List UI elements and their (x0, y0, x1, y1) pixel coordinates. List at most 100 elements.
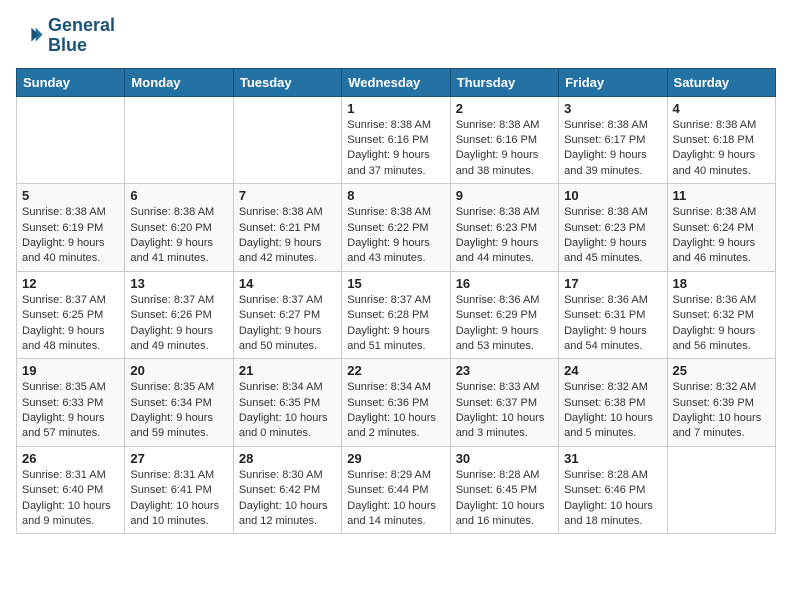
day-info: Sunrise: 8:38 AM Sunset: 6:16 PM Dayligh… (456, 118, 553, 180)
calendar-cell: 13 Sunrise: 8:37 AM Sunset: 6:26 PM Dayli… (125, 271, 233, 359)
day-info: Sunrise: 8:38 AM Sunset: 6:22 PM Dayligh… (347, 205, 444, 267)
calendar-cell (233, 96, 341, 184)
day-number: 30 (456, 451, 553, 466)
header-sunday: Sunday (17, 68, 125, 96)
calendar-cell: 9Sunrise: 8:38 AM Sunset: 6:23 PM Daylig… (450, 184, 558, 272)
day-number: 11 (673, 188, 770, 203)
calendar-cell: 11 Sunrise: 8:38 AM Sunset: 6:24 PM Dayli… (667, 184, 775, 272)
day-number: 25 (673, 363, 770, 378)
calendar-week-row: 12 Sunrise: 8:37 AM Sunset: 6:25 PM Dayli… (17, 271, 776, 359)
calendar-cell (667, 446, 775, 534)
header-saturday: Saturday (667, 68, 775, 96)
day-info: Sunrise: 8:28 AM Sunset: 6:45 PM Dayligh… (456, 468, 553, 530)
calendar-cell: 22Sunrise: 8:34 AM Sunset: 6:36 PM Dayli… (342, 359, 450, 447)
day-number: 23 (456, 363, 553, 378)
day-number: 28 (239, 451, 336, 466)
day-info: Sunrise: 8:38 AM Sunset: 6:20 PM Dayligh… (130, 205, 227, 267)
day-info: Sunrise: 8:33 AM Sunset: 6:37 PM Dayligh… (456, 380, 553, 442)
day-info: Sunrise: 8:32 AM Sunset: 6:39 PM Dayligh… (673, 380, 770, 442)
calendar-cell: 30 Sunrise: 8:28 AM Sunset: 6:45 PM Dayli… (450, 446, 558, 534)
calendar-cell: 18Sunrise: 8:36 AM Sunset: 6:32 PM Dayli… (667, 271, 775, 359)
day-number: 29 (347, 451, 444, 466)
logo-icon (16, 22, 44, 50)
day-info: Sunrise: 8:35 AM Sunset: 6:34 PM Dayligh… (130, 380, 227, 442)
day-info: Sunrise: 8:36 AM Sunset: 6:31 PM Dayligh… (564, 293, 661, 355)
day-info: Sunrise: 8:38 AM Sunset: 6:18 PM Dayligh… (673, 118, 770, 180)
day-info: Sunrise: 8:38 AM Sunset: 6:23 PM Dayligh… (456, 205, 553, 267)
calendar-cell: 12 Sunrise: 8:37 AM Sunset: 6:25 PM Dayli… (17, 271, 125, 359)
calendar-cell: 14 Sunrise: 8:37 AM Sunset: 6:27 PM Dayli… (233, 271, 341, 359)
calendar-cell: 21 Sunrise: 8:34 AM Sunset: 6:35 PM Dayli… (233, 359, 341, 447)
day-number: 19 (22, 363, 119, 378)
day-number: 31 (564, 451, 661, 466)
day-number: 20 (130, 363, 227, 378)
day-info: Sunrise: 8:32 AM Sunset: 6:38 PM Dayligh… (564, 380, 661, 442)
day-number: 21 (239, 363, 336, 378)
day-number: 17 (564, 276, 661, 291)
calendar-week-row: 19Sunrise: 8:35 AM Sunset: 6:33 PM Dayli… (17, 359, 776, 447)
day-info: Sunrise: 8:38 AM Sunset: 6:19 PM Dayligh… (22, 205, 119, 267)
calendar-header-row: Sunday Monday Tuesday Wednesday Thursday… (17, 68, 776, 96)
day-info: Sunrise: 8:38 AM Sunset: 6:16 PM Dayligh… (347, 118, 444, 180)
day-number: 10 (564, 188, 661, 203)
day-number: 5 (22, 188, 119, 203)
day-info: Sunrise: 8:38 AM Sunset: 6:23 PM Dayligh… (564, 205, 661, 267)
calendar-cell: 16 Sunrise: 8:36 AM Sunset: 6:29 PM Dayli… (450, 271, 558, 359)
calendar-cell: 19Sunrise: 8:35 AM Sunset: 6:33 PM Dayli… (17, 359, 125, 447)
day-number: 2 (456, 101, 553, 116)
calendar-cell: 26 Sunrise: 8:31 AM Sunset: 6:40 PM Dayli… (17, 446, 125, 534)
day-number: 14 (239, 276, 336, 291)
day-info: Sunrise: 8:37 AM Sunset: 6:27 PM Dayligh… (239, 293, 336, 355)
day-info: Sunrise: 8:37 AM Sunset: 6:26 PM Dayligh… (130, 293, 227, 355)
calendar-cell: 6 Sunrise: 8:38 AM Sunset: 6:20 PM Daylig… (125, 184, 233, 272)
day-number: 16 (456, 276, 553, 291)
calendar-cell: 27Sunrise: 8:31 AM Sunset: 6:41 PM Dayli… (125, 446, 233, 534)
day-info: Sunrise: 8:29 AM Sunset: 6:44 PM Dayligh… (347, 468, 444, 530)
calendar-cell (17, 96, 125, 184)
day-info: Sunrise: 8:36 AM Sunset: 6:29 PM Dayligh… (456, 293, 553, 355)
day-number: 6 (130, 188, 227, 203)
calendar-cell: 1 Sunrise: 8:38 AM Sunset: 6:16 PM Daylig… (342, 96, 450, 184)
calendar-cell: 3 Sunrise: 8:38 AM Sunset: 6:17 PM Daylig… (559, 96, 667, 184)
calendar-week-row: 5 Sunrise: 8:38 AM Sunset: 6:19 PM Daylig… (17, 184, 776, 272)
calendar-cell: 25 Sunrise: 8:32 AM Sunset: 6:39 PM Dayli… (667, 359, 775, 447)
day-info: Sunrise: 8:38 AM Sunset: 6:17 PM Dayligh… (564, 118, 661, 180)
day-number: 26 (22, 451, 119, 466)
day-number: 13 (130, 276, 227, 291)
day-info: Sunrise: 8:38 AM Sunset: 6:24 PM Dayligh… (673, 205, 770, 267)
day-number: 24 (564, 363, 661, 378)
day-number: 7 (239, 188, 336, 203)
day-number: 12 (22, 276, 119, 291)
header-tuesday: Tuesday (233, 68, 341, 96)
day-info: Sunrise: 8:37 AM Sunset: 6:28 PM Dayligh… (347, 293, 444, 355)
day-number: 3 (564, 101, 661, 116)
calendar-cell: 7Sunrise: 8:38 AM Sunset: 6:21 PM Daylig… (233, 184, 341, 272)
calendar-cell: 24 Sunrise: 8:32 AM Sunset: 6:38 PM Dayli… (559, 359, 667, 447)
calendar-cell: 8Sunrise: 8:38 AM Sunset: 6:22 PM Daylig… (342, 184, 450, 272)
calendar-cell: 4Sunrise: 8:38 AM Sunset: 6:18 PM Daylig… (667, 96, 775, 184)
calendar-cell: 2 Sunrise: 8:38 AM Sunset: 6:16 PM Daylig… (450, 96, 558, 184)
day-info: Sunrise: 8:37 AM Sunset: 6:25 PM Dayligh… (22, 293, 119, 355)
calendar-cell: 31 Sunrise: 8:28 AM Sunset: 6:46 PM Dayli… (559, 446, 667, 534)
day-info: Sunrise: 8:28 AM Sunset: 6:46 PM Dayligh… (564, 468, 661, 530)
logo: General Blue (16, 16, 115, 56)
day-info: Sunrise: 8:36 AM Sunset: 6:32 PM Dayligh… (673, 293, 770, 355)
calendar-cell: 29 Sunrise: 8:29 AM Sunset: 6:44 PM Dayli… (342, 446, 450, 534)
day-number: 27 (130, 451, 227, 466)
day-info: Sunrise: 8:34 AM Sunset: 6:35 PM Dayligh… (239, 380, 336, 442)
calendar-table: Sunday Monday Tuesday Wednesday Thursday… (16, 68, 776, 535)
day-number: 1 (347, 101, 444, 116)
calendar-week-row: 1 Sunrise: 8:38 AM Sunset: 6:16 PM Daylig… (17, 96, 776, 184)
day-info: Sunrise: 8:34 AM Sunset: 6:36 PM Dayligh… (347, 380, 444, 442)
day-info: Sunrise: 8:30 AM Sunset: 6:42 PM Dayligh… (239, 468, 336, 530)
calendar-cell: 5 Sunrise: 8:38 AM Sunset: 6:19 PM Daylig… (17, 184, 125, 272)
header-monday: Monday (125, 68, 233, 96)
day-info: Sunrise: 8:31 AM Sunset: 6:40 PM Dayligh… (22, 468, 119, 530)
calendar-cell: 10 Sunrise: 8:38 AM Sunset: 6:23 PM Dayli… (559, 184, 667, 272)
calendar-cell: 17 Sunrise: 8:36 AM Sunset: 6:31 PM Dayli… (559, 271, 667, 359)
calendar-week-row: 26 Sunrise: 8:31 AM Sunset: 6:40 PM Dayli… (17, 446, 776, 534)
calendar-cell: 23 Sunrise: 8:33 AM Sunset: 6:37 PM Dayli… (450, 359, 558, 447)
header-wednesday: Wednesday (342, 68, 450, 96)
logo-text: General Blue (48, 16, 115, 56)
day-number: 15 (347, 276, 444, 291)
